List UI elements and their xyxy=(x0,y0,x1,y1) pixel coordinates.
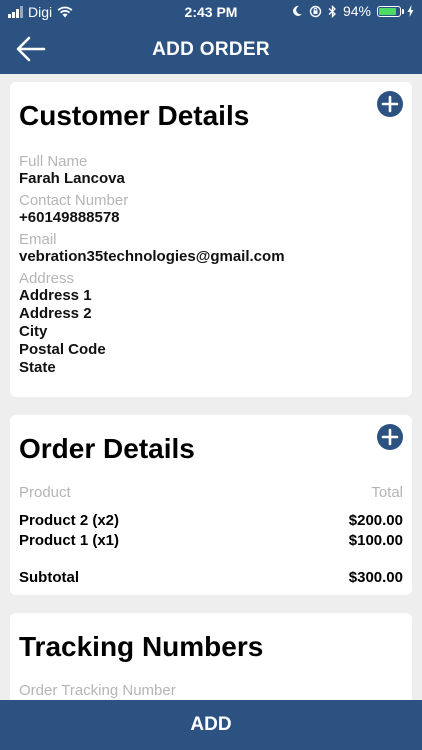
address-field[interactable]: Address Address 1 Address 2 City Postal … xyxy=(19,270,403,377)
email-label: Email xyxy=(19,231,57,248)
total-column-header: Total xyxy=(371,484,403,501)
product-column-header: Product xyxy=(19,484,71,501)
email-field[interactable]: Email vebration35technologies@gmail.com xyxy=(19,231,403,266)
customer-details-title: Customer Details xyxy=(19,100,250,131)
order-item-total: $200.00 xyxy=(348,512,403,529)
address-state: State xyxy=(19,359,56,376)
customer-details-card: Customer Details Full Name Farah Lancova… xyxy=(10,82,412,397)
order-item-row[interactable]: Product 2 (x2) $200.00 xyxy=(19,511,403,531)
address-line-1: Address 1 xyxy=(19,287,92,304)
nav-bar: ADD ORDER xyxy=(0,24,422,74)
contact-number-value: +60149888578 xyxy=(19,209,120,226)
full-name-label: Full Name xyxy=(19,153,88,170)
subtotal-label: Subtotal xyxy=(19,569,79,586)
order-item-name: Product 1 (x1) xyxy=(19,532,120,549)
address-label: Address xyxy=(19,270,75,287)
tracking-numbers-card: Tracking Numbers Order Tracking Number xyxy=(10,613,412,700)
contact-number-label: Contact Number xyxy=(19,192,129,209)
charging-icon xyxy=(407,5,414,17)
order-item-total: $100.00 xyxy=(348,532,403,549)
battery-icon xyxy=(377,5,404,17)
add-customer-plus-circle-icon[interactable] xyxy=(377,91,403,117)
full-name-value: Farah Lancova xyxy=(19,170,125,187)
status-bar: Digi 2:43 PM 94% xyxy=(0,0,422,24)
page-title: ADD ORDER xyxy=(152,39,270,60)
order-item-name: Product 2 (x2) xyxy=(19,512,120,529)
address-line-2: Address 2 xyxy=(19,305,92,322)
email-value: vebration35technologies@gmail.com xyxy=(19,248,285,265)
order-details-title: Order Details xyxy=(19,433,195,464)
order-tracking-number-label[interactable]: Order Tracking Number xyxy=(19,682,176,699)
add-button[interactable]: ADD xyxy=(0,700,422,750)
subtotal-value: $300.00 xyxy=(348,569,403,586)
full-name-field[interactable]: Full Name Farah Lancova xyxy=(19,153,403,188)
order-table: Product Total Product 2 (x2) $200.00 Pro… xyxy=(19,483,403,588)
form-content[interactable]: Customer Details Full Name Farah Lancova… xyxy=(0,74,422,700)
address-city: City xyxy=(19,323,48,340)
address-postal-code: Postal Code xyxy=(19,341,106,358)
contact-number-field[interactable]: Contact Number +60149888578 xyxy=(19,192,403,227)
subtotal-row: Subtotal $300.00 xyxy=(19,568,403,588)
order-item-row[interactable]: Product 1 (x1) $100.00 xyxy=(19,531,403,551)
customer-fields: Full Name Farah Lancova Contact Number +… xyxy=(19,153,403,377)
battery-percent: 94% xyxy=(342,3,371,19)
order-details-card: Order Details Product Total Product 2 (x… xyxy=(10,415,412,595)
tracking-numbers-title: Tracking Numbers xyxy=(19,631,264,662)
order-table-header: Product Total xyxy=(19,483,403,503)
moon-icon xyxy=(293,5,302,16)
add-product-plus-circle-icon[interactable] xyxy=(377,424,403,450)
bluetooth-icon xyxy=(328,4,336,18)
rotation-lock-icon xyxy=(309,5,322,17)
